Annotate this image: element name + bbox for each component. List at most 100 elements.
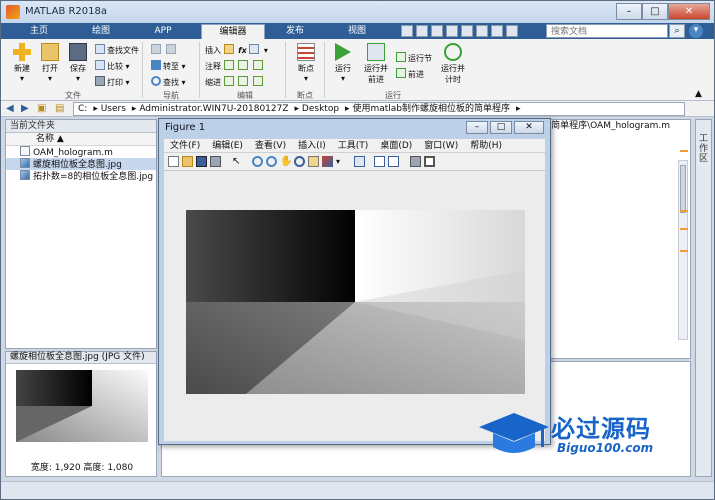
status-bar: [1, 481, 714, 499]
tab-apps[interactable]: APP: [131, 24, 195, 39]
warning-marker[interactable]: [680, 150, 688, 152]
maximize-button[interactable]: □: [642, 3, 668, 20]
warning-marker[interactable]: [680, 228, 688, 230]
menu-window[interactable]: 窗口(W): [418, 139, 464, 152]
zoom-in-icon[interactable]: [252, 156, 263, 167]
show-plot-tools-icon[interactable]: [424, 156, 435, 167]
save-button[interactable]: 保存 ▾: [63, 43, 93, 83]
menu-insert[interactable]: 插入(I): [292, 139, 332, 152]
figure-maximize-button[interactable]: □: [490, 121, 512, 134]
hide-plot-tools-icon[interactable]: [410, 156, 421, 167]
insert-legend-icon[interactable]: [388, 156, 399, 167]
run-section-button[interactable]: 运行节: [396, 52, 432, 64]
new-figure-icon[interactable]: [168, 156, 179, 167]
figure-minimize-button[interactable]: –: [466, 121, 488, 134]
print-button[interactable]: 打印 ▾: [95, 76, 130, 88]
switch-window-icon[interactable]: [491, 25, 503, 37]
warning-marker[interactable]: [680, 250, 688, 252]
preview-thumbnail: [16, 370, 148, 442]
save-quick-icon[interactable]: [401, 25, 413, 37]
data-cursor-icon[interactable]: [308, 156, 319, 167]
name-column-header[interactable]: 名称 ▲: [6, 133, 156, 146]
workspace-side-tab[interactable]: 工作区: [695, 119, 712, 477]
figure-window-controls: – □ ✕: [466, 121, 544, 134]
goto-button[interactable]: 转至 ▾: [151, 60, 186, 72]
nav-back-forward[interactable]: [151, 44, 178, 56]
find-button[interactable]: 查找 ▾: [151, 76, 186, 88]
window-controls: – □ ✕: [616, 3, 710, 20]
find-files-button[interactable]: 查找文件: [95, 44, 139, 56]
zoom-out-icon[interactable]: [266, 156, 277, 167]
path-segment[interactable]: Users: [101, 104, 126, 114]
path-segment[interactable]: C:: [78, 104, 87, 114]
search-icon[interactable]: ⌕: [669, 24, 685, 38]
tab-publish[interactable]: 发布: [263, 24, 327, 39]
compare-button[interactable]: 比较 ▾: [95, 60, 130, 72]
menu-edit[interactable]: 编辑(E): [206, 139, 249, 152]
browse-folder-icon[interactable]: ▤: [55, 103, 64, 115]
print-figure-icon[interactable]: [210, 156, 221, 167]
path-field[interactable]: C: ▸ Users ▸ Administrator.WIN7U-20180127Z…: [73, 102, 685, 116]
path-segment[interactable]: 使用matlab制作螺旋相位板的简单程序: [352, 104, 510, 114]
insert-colorbar-icon[interactable]: [374, 156, 385, 167]
comment-button[interactable]: 注释: [205, 60, 265, 72]
breakpoints-group-label: 断点: [297, 91, 313, 100]
scroll-thumb[interactable]: [680, 165, 686, 213]
copy-quick-icon[interactable]: [431, 25, 443, 37]
menu-file[interactable]: 文件(F): [164, 139, 206, 152]
save-figure-icon[interactable]: [196, 156, 207, 167]
link-plot-icon[interactable]: [354, 156, 365, 167]
back-arrow-icon[interactable]: ◀: [6, 103, 14, 115]
menu-help[interactable]: 帮助(H): [464, 139, 508, 152]
run-and-time-button[interactable]: 运行并 计时: [437, 43, 469, 85]
collapse-ribbon-button[interactable]: ▲: [695, 88, 702, 100]
insert-button[interactable]: 插入 fx ▾: [205, 44, 268, 56]
minimize-button[interactable]: –: [616, 3, 642, 20]
file-item[interactable]: 螺旋相位板全息图.jpg: [6, 158, 156, 170]
tab-editor[interactable]: 编辑器: [201, 24, 265, 39]
up-folder-icon[interactable]: ▣: [37, 103, 46, 115]
run-button[interactable]: 运行 ▾: [328, 43, 358, 83]
path-segment[interactable]: Desktop: [302, 104, 339, 114]
editor-file-tab[interactable]: 简单程序\OAM_hologram.m: [551, 120, 670, 132]
redo-quick-icon[interactable]: [476, 25, 488, 37]
indent-button[interactable]: 缩进: [205, 76, 265, 88]
tab-home[interactable]: 主页: [7, 24, 71, 39]
fx-icon[interactable]: fx: [238, 46, 247, 55]
run-time-icon: [444, 43, 462, 61]
figure-canvas: [164, 171, 545, 441]
help-quick-icon[interactable]: [506, 25, 518, 37]
warning-marker[interactable]: [680, 210, 688, 212]
cut-quick-icon[interactable]: [416, 25, 428, 37]
advance-button[interactable]: 前进: [396, 68, 424, 80]
brush-icon[interactable]: [322, 156, 333, 167]
open-file-icon[interactable]: [182, 156, 193, 167]
run-and-advance-button[interactable]: 运行并 前进: [359, 43, 393, 85]
file-item[interactable]: 拓扑数=8的相位板全息图.jpg: [6, 170, 156, 182]
path-segment[interactable]: Administrator.WIN7U-20180127Z: [139, 104, 288, 114]
tab-plots[interactable]: 绘图: [69, 24, 133, 39]
brush-dropdown-icon[interactable]: ▾: [336, 156, 347, 167]
breakpoints-button[interactable]: 断点 ▾: [291, 43, 321, 83]
open-button[interactable]: 打开 ▾: [35, 43, 65, 83]
menu-view[interactable]: 查看(V): [249, 139, 292, 152]
separator: [285, 42, 286, 98]
paste-quick-icon[interactable]: [446, 25, 458, 37]
menu-desktop[interactable]: 桌面(D): [374, 139, 418, 152]
community-icon[interactable]: ▾: [689, 24, 703, 38]
forward-arrow-icon[interactable]: ▶: [21, 103, 29, 115]
search-documentation-input[interactable]: [546, 24, 668, 38]
pan-hand-icon[interactable]: ✋: [280, 156, 292, 167]
menu-tools[interactable]: 工具(T): [332, 139, 375, 152]
nav-forward-icon: [165, 44, 176, 54]
edit-plot-arrow-icon[interactable]: ↖: [232, 156, 243, 167]
close-button[interactable]: ✕: [668, 3, 710, 20]
figure-axes-image[interactable]: [186, 210, 525, 394]
file-item[interactable]: OAM_hologram.m: [6, 146, 156, 158]
rotate-3d-icon[interactable]: [294, 156, 305, 167]
new-button[interactable]: 新建 ▾: [7, 43, 37, 83]
figure-close-button[interactable]: ✕: [514, 121, 544, 134]
tab-view[interactable]: 视图: [325, 24, 389, 39]
undo-quick-icon[interactable]: [461, 25, 473, 37]
find-files-icon: [95, 44, 105, 54]
